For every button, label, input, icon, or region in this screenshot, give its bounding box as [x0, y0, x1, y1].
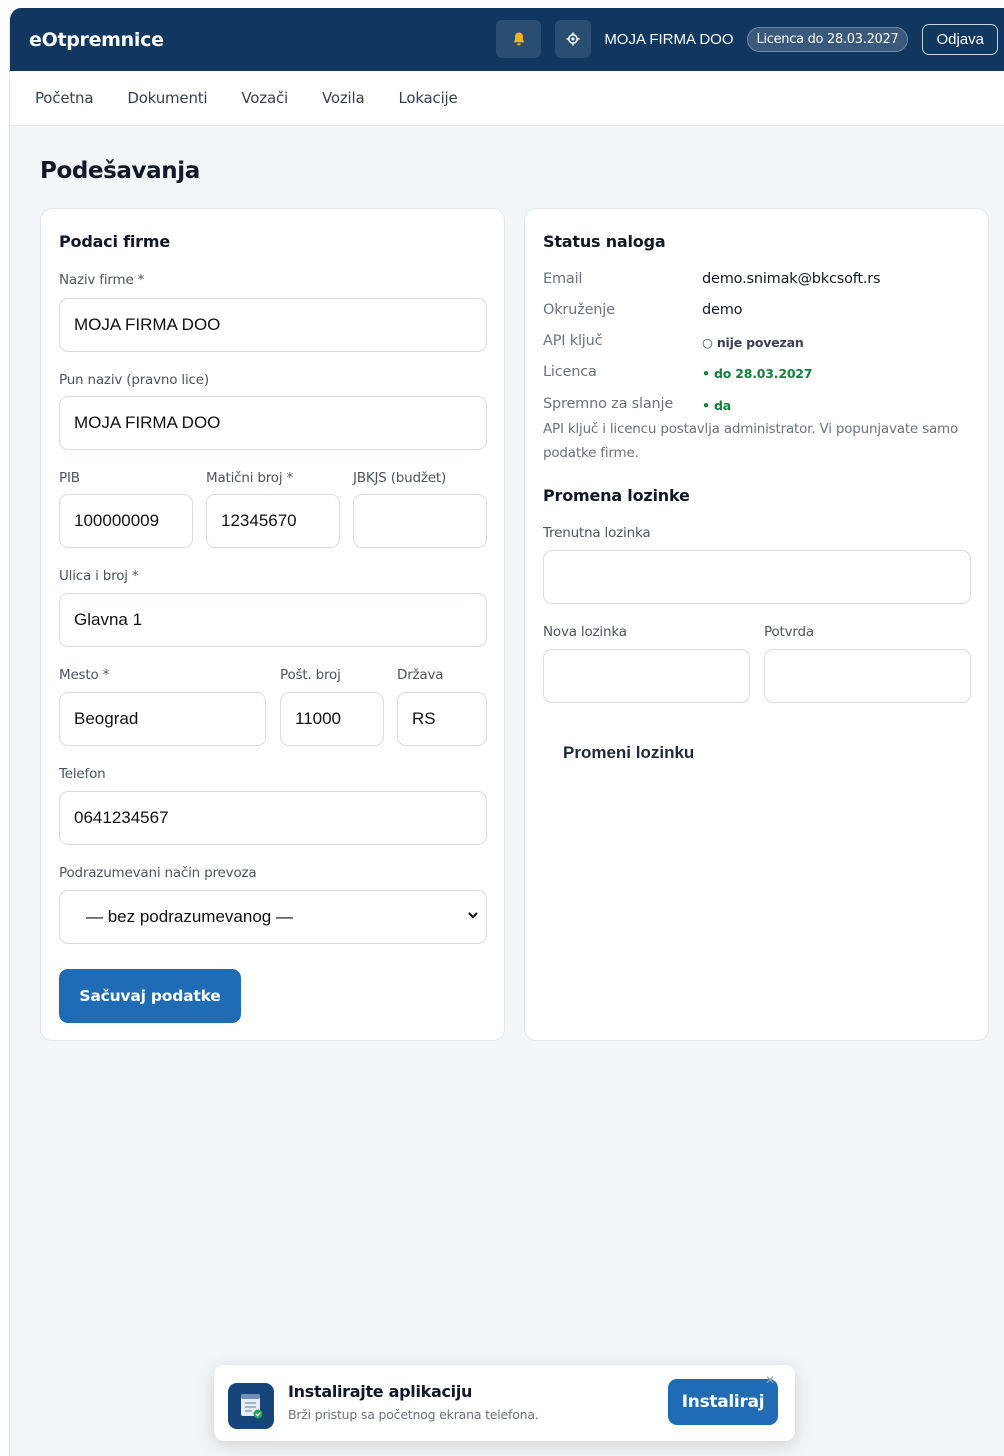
company-name-input[interactable]: MOJA FIRMA DOO: [59, 298, 487, 352]
company-name-label: Naziv firme *: [59, 272, 145, 288]
status-card-title: Status naloga: [543, 232, 666, 251]
country-input[interactable]: RS: [397, 692, 487, 746]
current-password-label: Trenutna lozinka: [543, 525, 651, 541]
chevron-down-icon: [468, 912, 478, 919]
licence-key: Licenca: [543, 364, 597, 380]
current-password-input[interactable]: [543, 550, 971, 604]
install-banner: Instalirajte aplikaciju Brži pristup sa …: [214, 1365, 795, 1441]
install-title: Instalirajte aplikaciju: [288, 1382, 473, 1401]
transport-select[interactable]: — bez podrazumevanog —: [59, 890, 487, 944]
jbkjs-input[interactable]: [353, 494, 487, 548]
page-title: Podešavanja: [40, 158, 200, 184]
street-input[interactable]: Glavna 1: [59, 593, 487, 647]
registration-number-input[interactable]: 12345670: [206, 494, 340, 548]
company-data-card: Podaci firme Naziv firme * MOJA FIRMA DO…: [40, 208, 505, 1041]
nav-item-drivers[interactable]: Vozači: [241, 89, 288, 107]
city-label: Mesto *: [59, 667, 110, 683]
new-password-label: Nova lozinka: [543, 624, 627, 640]
confirm-password-input[interactable]: [764, 649, 971, 703]
save-company-button[interactable]: Sačuvaj podatke: [59, 969, 241, 1023]
admin-note: API ključ i licencu postavlja administra…: [543, 421, 959, 461]
nav-item-home[interactable]: Početna: [35, 89, 94, 107]
environment-value: demo: [702, 302, 743, 318]
company-name: MOJA FIRMA DOO: [604, 30, 734, 48]
postal-code-label: Pošt. broj: [280, 667, 341, 683]
account-status-card: Status naloga Email demo.snimak@bkcsoft.…: [524, 208, 989, 1041]
street-label: Ulica i broj *: [59, 568, 139, 584]
password-section-title: Promena lozinke: [543, 486, 690, 505]
email-key: Email: [543, 271, 583, 287]
new-password-input[interactable]: [543, 649, 750, 703]
jbkjs-label: JBKJS (budžet): [353, 470, 447, 486]
ready-status: • da: [702, 398, 731, 413]
settings-button[interactable]: [555, 20, 592, 58]
install-button[interactable]: Instaliraj: [668, 1379, 778, 1425]
phone-input[interactable]: 0641234567: [59, 791, 487, 845]
close-icon[interactable]: ✕: [765, 1373, 775, 1387]
city-input[interactable]: Beograd: [59, 692, 266, 746]
environment-key: Okruženje: [543, 302, 615, 318]
main-nav: Početna Dokumenti Vozači Vozila Lokacije: [10, 71, 1004, 126]
install-subtitle: Brži pristup sa početnog ekrana telefona…: [288, 1407, 539, 1422]
full-name-input[interactable]: MOJA FIRMA DOO: [59, 396, 487, 450]
nav-item-documents[interactable]: Dokumenti: [127, 89, 207, 107]
full-name-label: Pun naziv (pravno lice): [59, 372, 209, 388]
app-frame: eOtpremnice MOJA FIRMA DOO Licenca do 28…: [9, 8, 1004, 1456]
confirm-password-label: Potvrda: [764, 624, 814, 640]
pib-label: PIB: [59, 470, 80, 486]
company-card-title: Podaci firme: [59, 232, 170, 251]
topbar-actions: MOJA FIRMA DOO Licenca do 28.03.2027 Odj…: [496, 20, 998, 58]
api-key-key: API ključ: [543, 333, 603, 349]
nav-item-locations[interactable]: Lokacije: [398, 89, 457, 107]
nav-item-vehicles[interactable]: Vozila: [322, 89, 365, 107]
logout-button[interactable]: Odjava: [922, 23, 998, 55]
pib-input[interactable]: 100000009: [59, 494, 193, 548]
postal-code-input[interactable]: 11000: [280, 692, 384, 746]
change-password-button[interactable]: Promeni lozinku: [563, 743, 694, 763]
email-value: demo.snimak@bkcsoft.rs: [702, 271, 881, 287]
phone-label: Telefon: [59, 766, 106, 782]
api-key-status: ○ nije povezan: [702, 335, 804, 350]
bell-icon: [513, 32, 525, 46]
licence-badge: Licenca do 28.03.2027: [746, 26, 909, 52]
ready-key: Spremno za slanje: [543, 396, 674, 412]
registration-number-label: Matični broj *: [206, 470, 294, 486]
transport-select-value: — bez podrazumevanog —: [86, 907, 293, 926]
notifications-button[interactable]: [496, 20, 542, 58]
brand-logo[interactable]: eOtpremnice: [29, 29, 164, 51]
top-bar: eOtpremnice MOJA FIRMA DOO Licenca do 28…: [10, 8, 1004, 71]
country-label: Država: [397, 667, 444, 683]
gear-icon: [566, 32, 580, 46]
app-document-icon: [228, 1383, 274, 1429]
transport-label: Podrazumevani način prevoza: [59, 865, 257, 881]
licence-status: • do 28.03.2027: [702, 366, 813, 381]
